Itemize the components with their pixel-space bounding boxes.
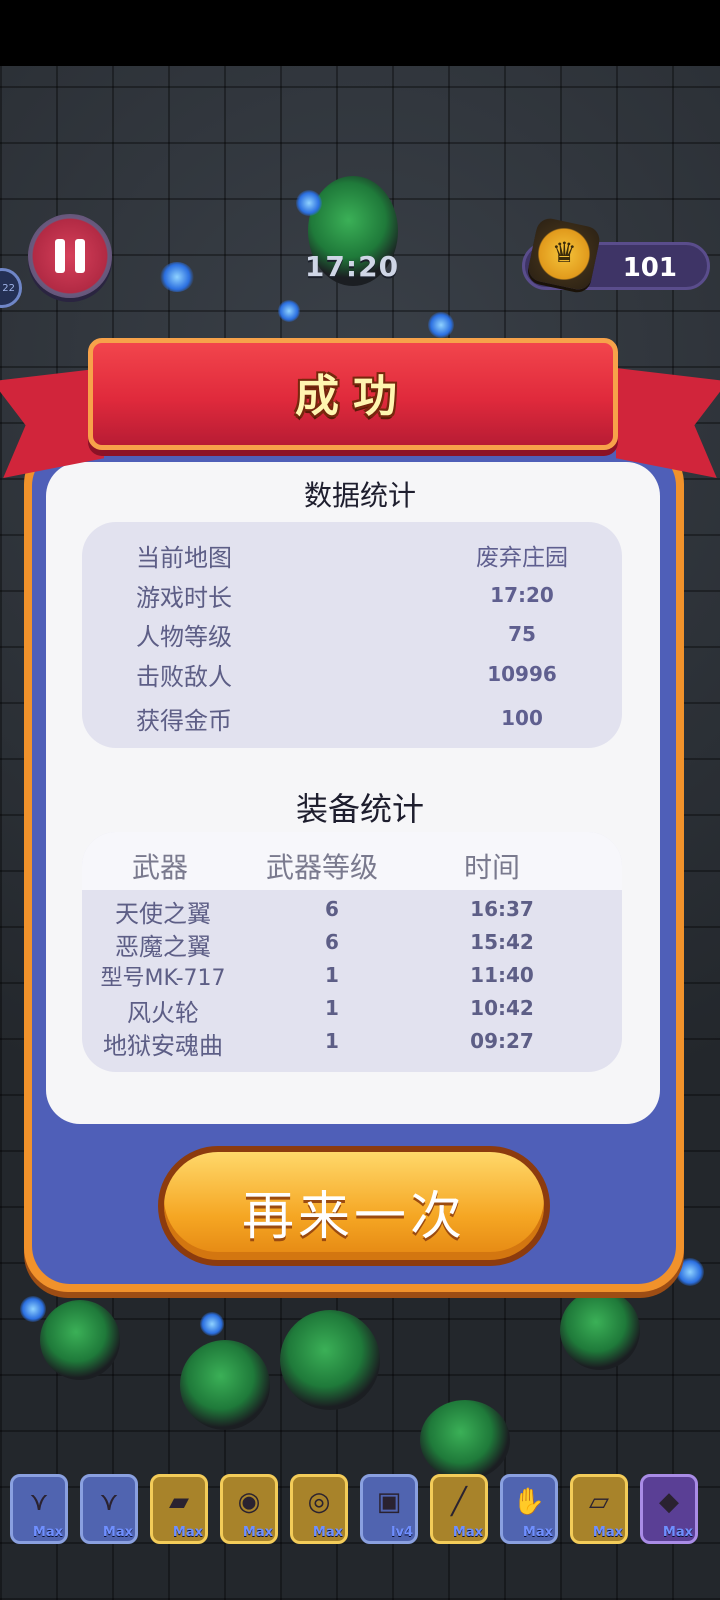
stat-label: 人物等级 (136, 623, 232, 651)
table-row: 地狱安魂曲 1 09:27 (82, 1026, 622, 1060)
equipment-table: 武器 武器等级 时间 天使之翼 6 16:37 恶魔之翼 6 15:42 型号M… (82, 832, 622, 1072)
weapon-time: 09:27 (470, 1029, 534, 1053)
equipment-hotbar: ⋎ Max ⋎ Max ▰ Max ◉ Max ◎ Max ▣ lv4 ╱ Ma… (8, 1474, 712, 1548)
column-header-weapon: 武器 (132, 851, 189, 884)
demon-wings-icon: ⋎ (99, 1487, 119, 1517)
stat-label: 游戏时长 (136, 584, 232, 612)
slot-level: Max (242, 1525, 273, 1540)
xp-orb (200, 1312, 224, 1336)
weapon-level: 1 (325, 996, 339, 1020)
column-header-weapon-level: 武器等级 (266, 851, 379, 884)
stat-value: 10996 (487, 662, 557, 686)
angel-wings-icon: ⋎ (29, 1487, 49, 1517)
column-header-time: 时间 (464, 851, 521, 884)
hotbar-slot: ◎ Max (290, 1474, 348, 1544)
stone-tablet-icon: ▣ (376, 1487, 402, 1517)
xp-orb (20, 1296, 46, 1322)
stats-table: 当前地图 废弃庄园 游戏时长 17:20 人物等级 75 击败敌人 10996 … (82, 522, 622, 748)
game-timer: 17:20 (304, 250, 400, 283)
hotbar-slot: ⋎ Max (10, 1474, 68, 1544)
pause-button[interactable] (28, 214, 112, 298)
stat-value: 废弃庄园 (476, 545, 568, 571)
table-row: 天使之翼 6 16:37 (82, 894, 622, 928)
slot-level: Max (102, 1525, 133, 1540)
stat-row: 人物等级 75 (82, 617, 622, 653)
weapon-time: 15:42 (470, 930, 534, 954)
stat-value: 75 (508, 622, 536, 646)
weapon-level: 6 (325, 930, 339, 954)
equipment-section-title: 装备统计 (295, 790, 424, 828)
stat-value: 17:20 (490, 583, 554, 607)
stat-row: 获得金币 100 (82, 701, 622, 737)
hotbar-slot: ▱ Max (570, 1474, 628, 1544)
slot-level: Max (452, 1525, 483, 1540)
victory-title: 成功 (295, 371, 411, 422)
weapon-level: 6 (325, 897, 339, 921)
equipment-table-header: 武器 武器等级 时间 (82, 832, 622, 890)
status-bar (0, 0, 720, 66)
hotbar-slot: ◉ Max (220, 1474, 278, 1544)
weapon-time: 16:37 (470, 897, 534, 921)
slot-level: Max (662, 1525, 693, 1540)
hotbar-slot: ▰ Max (150, 1474, 208, 1544)
slot-level: lv4 (391, 1525, 413, 1540)
weapon-name: 恶魔之翼 (115, 933, 211, 961)
hotbar-slot: ◆ Max (640, 1474, 698, 1544)
zombie-enemy (420, 1400, 510, 1480)
requiem-disc-icon: ◎ (307, 1487, 331, 1517)
zombie-enemy (560, 1290, 640, 1370)
hotbar-slot: ✋ Max (500, 1474, 558, 1544)
stat-label: 击败敌人 (136, 663, 232, 691)
retry-button[interactable]: 再来一次 (158, 1146, 550, 1266)
crown-coin-icon: ♛ (526, 216, 602, 292)
slot-level: Max (592, 1525, 623, 1540)
stat-label: 获得金币 (136, 707, 232, 735)
coin-count: 101 (622, 253, 677, 283)
stats-section-title: 数据统计 (303, 479, 416, 512)
gauntlet-icon: ✋ (512, 1487, 546, 1517)
table-row: 风火轮 1 10:42 (82, 993, 622, 1027)
stat-row: 当前地图 废弃庄园 (82, 538, 622, 574)
weapon-name: 地狱安魂曲 (103, 1032, 223, 1060)
slot-level: Max (32, 1525, 63, 1540)
hotbar-slot: ╱ Max (430, 1474, 488, 1544)
stat-value: 100 (501, 706, 543, 730)
table-row: 型号MK-717 1 11:40 (82, 960, 622, 993)
weapon-time: 10:42 (470, 996, 534, 1020)
weapon-name: 型号MK-717 (100, 966, 226, 991)
xp-orb (428, 312, 454, 338)
xp-orb (278, 300, 300, 322)
stat-row: 游戏时长 17:20 (82, 578, 622, 614)
stat-row: 击败敌人 10996 (82, 657, 622, 693)
weapon-level: 1 (325, 1029, 339, 1053)
weapon-name: 风火轮 (127, 999, 199, 1027)
xp-orb (296, 190, 322, 216)
zombie-enemy (180, 1340, 270, 1430)
gun-icon: ▰ (169, 1487, 189, 1517)
slot-level: Max (172, 1525, 203, 1540)
weapon-time: 11:40 (470, 963, 534, 987)
crystal-icon: ◆ (659, 1487, 679, 1517)
stat-label: 当前地图 (136, 544, 232, 572)
weapon-name: 天使之翼 (115, 900, 211, 928)
weapon-level: 1 (325, 963, 339, 987)
hotbar-slot: ⋎ Max (80, 1474, 138, 1544)
xp-orb (160, 262, 194, 292)
hotbar-slot: ▣ lv4 (360, 1474, 418, 1544)
retry-button-label: 再来一次 (241, 1187, 466, 1247)
pause-icon (75, 239, 85, 273)
table-row: 恶魔之翼 6 15:42 (82, 927, 622, 961)
fire-wheel-icon: ◉ (237, 1487, 261, 1517)
slot-level: Max (312, 1525, 343, 1540)
scroll-icon: ▱ (589, 1487, 609, 1517)
zombie-enemy (40, 1300, 120, 1380)
pause-icon (55, 239, 65, 273)
slot-level: Max (522, 1525, 553, 1540)
torch-icon: ╱ (451, 1487, 467, 1517)
zombie-enemy (280, 1310, 380, 1410)
